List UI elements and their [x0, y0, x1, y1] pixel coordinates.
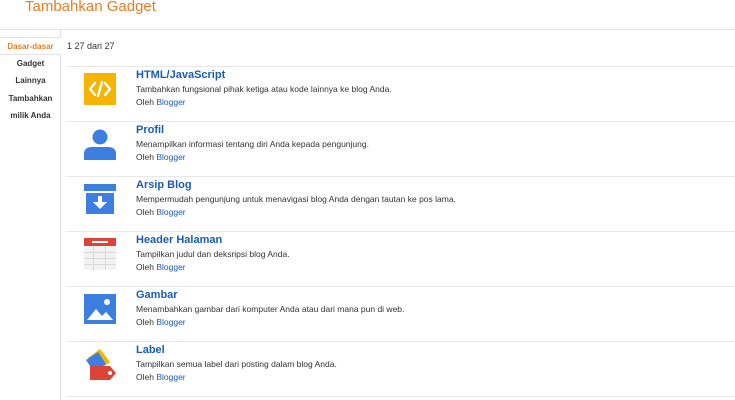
- author-prefix: Oleh: [136, 97, 154, 107]
- gadget-author: Oleh Blogger: [136, 207, 186, 217]
- gadget-description: Tampilkan semua label dari posting dalam…: [136, 359, 337, 369]
- gadget-description: Tambahkan fungsional pihak ketiga atau k…: [136, 84, 392, 94]
- gadget-title[interactable]: Header Halaman: [136, 234, 222, 246]
- page-header-icon: [84, 238, 116, 270]
- author-link[interactable]: Blogger: [156, 372, 185, 382]
- gadget-author: Oleh Blogger: [136, 262, 186, 272]
- author-link[interactable]: Blogger: [156, 207, 185, 217]
- archive-icon: [84, 184, 116, 214]
- gadget-author: Oleh Blogger: [136, 97, 186, 107]
- author-prefix: Oleh: [136, 317, 154, 327]
- result-count: 1 27 dari 27: [67, 41, 115, 51]
- author-prefix: Oleh: [136, 372, 154, 382]
- gadget-title[interactable]: Label: [136, 344, 165, 356]
- gadget-row-divider: [66, 396, 735, 400]
- gadget-description: Mempermudah pengunjung untuk menavigasi …: [136, 194, 456, 204]
- author-link[interactable]: Blogger: [156, 152, 185, 162]
- gadget-author: Oleh Blogger: [136, 152, 186, 162]
- gadget-author: Oleh Blogger: [136, 317, 186, 327]
- author-prefix: Oleh: [136, 262, 154, 272]
- label-icon: [86, 349, 116, 380]
- sidebar-item-dasar-dasar[interactable]: Dasar-dasar: [0, 37, 61, 55]
- person-icon: [84, 129, 116, 160]
- gadget-author: Oleh Blogger: [136, 372, 186, 382]
- sidebar: Dasar-dasar Gadget Lainnya Tambahkan mil…: [0, 30, 61, 400]
- gadget-title[interactable]: HTML/JavaScript: [136, 69, 225, 81]
- gadget-row-html-javascript[interactable]: HTML/JavaScript Tambahkan fungsional pih…: [66, 66, 735, 121]
- gadget-row-header-halaman[interactable]: Header Halaman Tampilkan judul dan deksr…: [66, 231, 735, 286]
- gadget-row-profil[interactable]: Profil Menampilkan informasi tentang dir…: [66, 121, 735, 176]
- gadget-row-gambar[interactable]: Gambar Menambahkan gambar dari komputer …: [66, 286, 735, 341]
- gadget-row-label[interactable]: Label Tampilkan semua label dari posting…: [66, 341, 735, 396]
- author-prefix: Oleh: [136, 207, 154, 217]
- sidebar-item-lainnya[interactable]: Lainnya: [0, 72, 61, 90]
- author-link[interactable]: Blogger: [156, 97, 185, 107]
- author-prefix: Oleh: [136, 152, 154, 162]
- gadget-title[interactable]: Arsip Blog: [136, 179, 192, 191]
- image-icon: [84, 294, 116, 324]
- sidebar-item-tambahkan[interactable]: Tambahkan: [0, 90, 61, 108]
- author-link[interactable]: Blogger: [156, 317, 185, 327]
- sidebar-item-milik-anda[interactable]: milik Anda: [0, 107, 61, 125]
- gadget-description: Menampilkan informasi tentang diri Anda …: [136, 139, 369, 149]
- code-icon: [84, 73, 116, 105]
- header-bar: Tambahkan Gadget: [0, 0, 735, 30]
- sidebar-item-gadget[interactable]: Gadget: [0, 55, 61, 73]
- page-title: Tambahkan Gadget: [25, 0, 156, 15]
- gadget-title[interactable]: Profil: [136, 124, 164, 136]
- gadget-description: Tampilkan judul dan deksripsi blog Anda.: [136, 249, 290, 259]
- gadget-description: Menambahkan gambar dari komputer Anda at…: [136, 304, 405, 314]
- gadget-title[interactable]: Gambar: [136, 289, 178, 301]
- author-link[interactable]: Blogger: [156, 262, 185, 272]
- gadget-row-arsip-blog[interactable]: Arsip Blog Mempermudah pengunjung untuk …: [66, 176, 735, 231]
